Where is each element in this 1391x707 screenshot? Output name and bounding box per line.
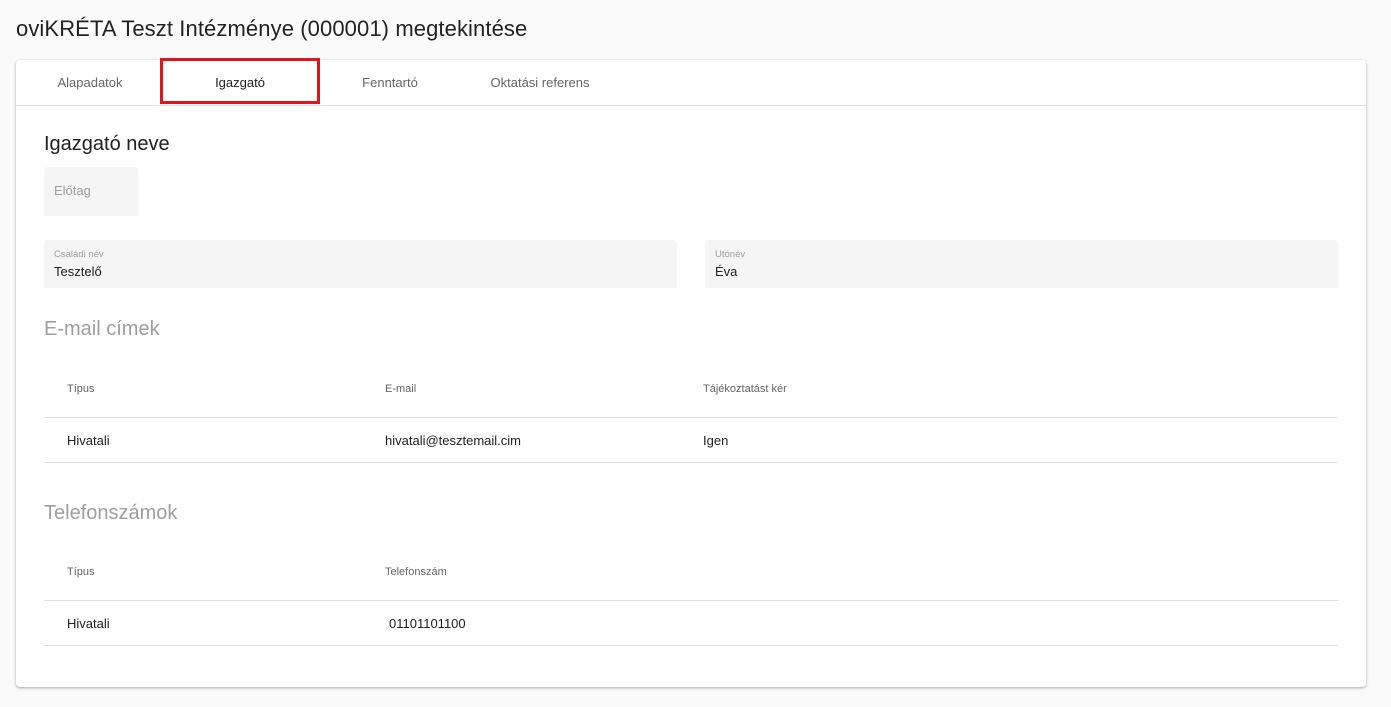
column-header-type: Típus [67,382,95,395]
column-header-type: Típus [67,565,95,578]
given-name-value: Éva [715,264,738,279]
email-notify-cell: Igen [703,432,729,448]
phone-number-cell: 01101101100 [389,615,466,631]
given-name-label: Utónév [715,249,746,260]
phone-type-cell: Hivatali [67,615,110,631]
family-name-field[interactable]: Családi név Tesztelő [44,240,677,288]
phone-table: Típus Telefonszám Hivatali 01101101100 [44,543,1338,646]
tab-oktatasi-referens[interactable]: Oktatási referens [470,60,610,105]
tab-fenntarto[interactable]: Fenntartó [330,60,450,105]
table-row[interactable]: Hivatali hivatali@tesztemail.cim Igen [44,418,1338,463]
phone-heading: Telefonszámok [44,502,178,524]
email-heading: E-mail címek [44,318,160,340]
director-name-heading: Igazgató neve [44,133,170,155]
table-row[interactable]: Hivatali 01101101100 [44,601,1338,646]
main-card: Alapadatok Igazgató Fenntartó Oktatási r… [16,58,1366,687]
column-header-phone: Telefonszám [385,565,447,578]
column-header-notify: Tájékoztatást kér [703,382,787,395]
family-name-value: Tesztelő [54,264,102,279]
prefix-placeholder: Előtag [54,183,91,198]
prefix-field[interactable]: Előtag [44,167,138,216]
tab-bar: Alapadatok Igazgató Fenntartó Oktatási r… [16,58,1366,106]
table-header-row: Típus E-mail Tájékoztatást kér [44,360,1338,418]
given-name-field[interactable]: Utónév Éva [705,240,1338,288]
table-header-row: Típus Telefonszám [44,543,1338,601]
email-type-cell: Hivatali [67,432,110,448]
tab-igazgato[interactable]: Igazgató [160,60,320,105]
page-title: oviKRÉTA Teszt Intézménye (000001) megte… [16,16,528,41]
tab-alapadatok[interactable]: Alapadatok [30,60,150,105]
email-table: Típus E-mail Tájékoztatást kér Hivatali … [44,360,1338,463]
family-name-label: Családi név [54,249,104,260]
email-address-cell: hivatali@tesztemail.cim [385,432,522,448]
column-header-email: E-mail [385,382,417,395]
